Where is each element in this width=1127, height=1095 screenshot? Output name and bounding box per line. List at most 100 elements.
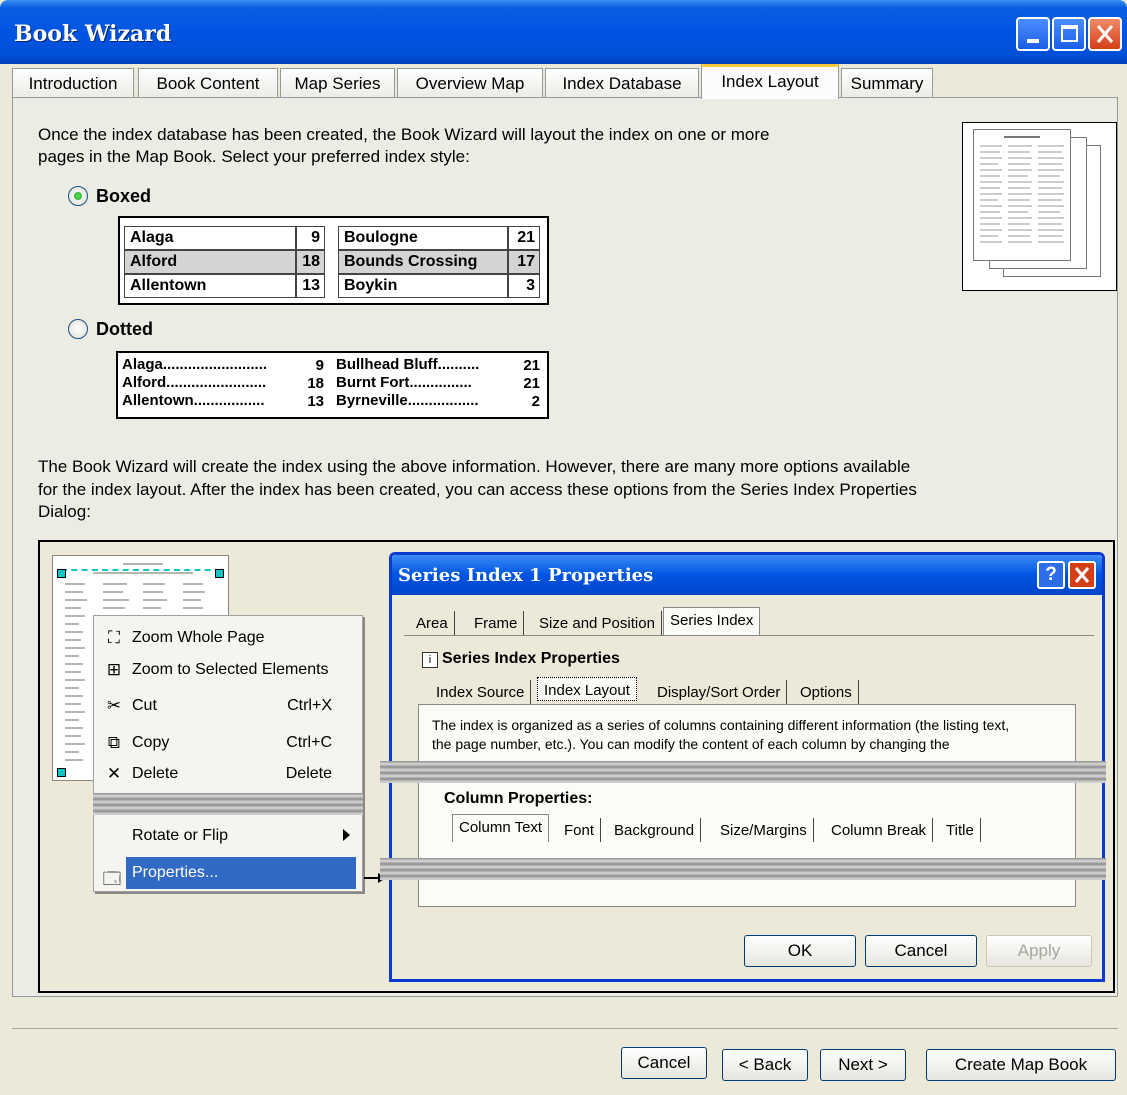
col-tab-background[interactable]: Background — [608, 818, 702, 842]
dlg-tab-frame[interactable]: Frame — [468, 611, 525, 635]
dialog-cancel-button[interactable]: Cancel — [865, 935, 977, 967]
dlg-subtab-index-layout[interactable]: Index Layout — [537, 677, 637, 701]
info-line-3: Dialog: — [38, 502, 91, 521]
back-button[interactable]: < Back — [722, 1049, 808, 1081]
dotted-left-page-2: 18 — [307, 375, 324, 392]
col-tab-column-text[interactable]: Column Text — [452, 814, 550, 842]
help-button[interactable]: ? — [1037, 561, 1065, 589]
menu-shortcut: Delete — [285, 765, 332, 782]
close-icon — [1074, 567, 1090, 583]
menu-copy[interactable]: ⧉ Copy Ctrl+C — [94, 727, 362, 759]
boxed-left-name-3: Allentown — [124, 274, 296, 298]
info-line-1: The Book Wizard will create the index us… — [38, 457, 911, 476]
radio-selected-dot — [74, 192, 82, 200]
title-bar: Book Wizard — [0, 0, 1127, 64]
window-title: Book Wizard — [14, 21, 172, 47]
menu-label: Properties... — [132, 864, 219, 881]
submenu-arrow-icon — [343, 829, 350, 841]
dotted-right-name-2: Burnt Fort............... — [336, 374, 472, 391]
delete-icon: ✕ — [106, 764, 122, 783]
boxed-right-page-2: 17 — [508, 250, 540, 274]
dlg-subtab-options[interactable]: Options — [794, 680, 859, 704]
column-properties-label: Column Properties: — [444, 790, 593, 807]
dialog-break-band-1 — [380, 761, 1106, 783]
col-tab-title[interactable]: Title — [940, 818, 981, 842]
tab-index-database[interactable]: Index Database — [545, 68, 699, 98]
menu-break-band — [93, 793, 363, 815]
tab-introduction[interactable]: Introduction — [12, 68, 134, 98]
info-line-2: for the index layout. After the index ha… — [38, 480, 917, 499]
selection-handle[interactable] — [57, 569, 66, 578]
menu-zoom-whole-page[interactable]: ⛶ Zoom Whole Page — [94, 622, 362, 654]
dialog-break-band-2 — [380, 858, 1106, 880]
menu-properties[interactable]: Properties... — [126, 857, 356, 889]
dotted-left-name-1: Alaga......................... — [122, 356, 268, 373]
dotted-right-page-2: 21 — [523, 375, 540, 392]
menu-shortcut: Ctrl+C — [286, 734, 332, 751]
menu-rotate-flip[interactable]: Rotate or Flip — [94, 820, 362, 852]
next-button[interactable]: Next > — [820, 1049, 906, 1081]
dotted-left-page-1: 9 — [315, 357, 324, 374]
dlg-tabs-underline — [404, 635, 1094, 636]
minimize-button[interactable] — [1016, 17, 1050, 51]
dialog-ok-button[interactable]: OK — [744, 935, 856, 967]
maximize-icon — [1061, 25, 1078, 42]
tab-overview-map[interactable]: Overview Map — [397, 68, 543, 98]
dialog-close-button[interactable] — [1068, 561, 1096, 589]
menu-cut[interactable]: ✂ Cut Ctrl+X — [94, 690, 362, 722]
selection-handle[interactable] — [57, 768, 66, 777]
dlg-subtab-index-source[interactable]: Index Source — [430, 680, 532, 704]
dlg-tab-area[interactable]: Area — [410, 611, 455, 635]
copy-icon: ⧉ — [107, 733, 121, 752]
menu-zoom-selected[interactable]: ⊞ Zoom to Selected Elements — [94, 654, 362, 686]
menu-label: Copy — [132, 734, 170, 751]
dotted-label[interactable]: Dotted — [96, 319, 153, 340]
selection-handle[interactable] — [215, 569, 224, 578]
minimize-icon — [1027, 39, 1039, 43]
dotted-left-page-3: 13 — [307, 393, 324, 410]
dotted-sample: Alaga......................... 9 Alford.… — [116, 351, 549, 419]
dlg-subtab-display-sort[interactable]: Display/Sort Order — [651, 680, 788, 704]
boxed-radio[interactable] — [68, 186, 88, 206]
dlg-tab-series-index[interactable]: Series Index — [663, 607, 761, 635]
boxed-right-name-2: Bounds Crossing — [338, 250, 508, 274]
footer-separator — [12, 1028, 1118, 1029]
dotted-right-name-3: Byrneville................. — [336, 392, 479, 409]
menu-delete[interactable]: ✕ Delete Delete — [94, 758, 362, 790]
boxed-label[interactable]: Boxed — [96, 186, 151, 207]
menu-label: Zoom to Selected Elements — [132, 661, 329, 678]
menu-label: Cut — [132, 697, 157, 714]
dialog-apply-button[interactable]: Apply — [986, 935, 1092, 967]
col-tab-font[interactable]: Font — [558, 818, 602, 842]
scissors-icon: ✂ — [106, 696, 122, 715]
preview-sheet-front — [973, 129, 1071, 261]
dotted-radio[interactable] — [68, 319, 88, 339]
dotted-right-name-1: Bullhead Bluff.......... — [336, 356, 480, 373]
dotted-right-page-1: 21 — [523, 357, 540, 374]
context-menu: ⛶ Zoom Whole Page ⊞ Zoom to Selected Ele… — [93, 615, 363, 892]
properties-icon: 🗔 — [102, 869, 122, 888]
tab-summary[interactable]: Summary — [841, 68, 933, 98]
close-button[interactable] — [1088, 17, 1122, 51]
maximize-button[interactable] — [1052, 17, 1086, 51]
index-page-lines — [980, 136, 1064, 243]
close-icon — [1096, 25, 1114, 43]
menu-shortcut: Ctrl+X — [287, 697, 332, 714]
boxed-left-page-1: 9 — [296, 226, 325, 250]
menu-label: Delete — [132, 765, 179, 782]
tab-index-layout[interactable]: Index Layout — [701, 64, 839, 99]
boxed-left-name-2: Alford — [124, 250, 296, 274]
boxed-right-name-1: Boulogne — [338, 226, 508, 250]
tab-map-series[interactable]: Map Series — [280, 68, 395, 98]
dotted-left-name-3: Allentown................. — [122, 392, 265, 409]
zoom-selected-icon: ⊞ — [106, 660, 122, 679]
dlg-tab-size-position[interactable]: Size and Position — [533, 611, 662, 635]
boxed-right-page-3: 3 — [508, 274, 540, 298]
create-map-book-button[interactable]: Create Map Book — [926, 1049, 1116, 1081]
col-tab-size-margins[interactable]: Size/Margins — [714, 818, 814, 842]
series-index-icon: i — [422, 652, 438, 668]
tab-book-content[interactable]: Book Content — [138, 68, 278, 98]
col-tab-column-break[interactable]: Column Break — [825, 818, 934, 842]
boxed-left-name-1: Alaga — [124, 226, 296, 250]
cancel-button[interactable]: Cancel — [621, 1047, 707, 1079]
